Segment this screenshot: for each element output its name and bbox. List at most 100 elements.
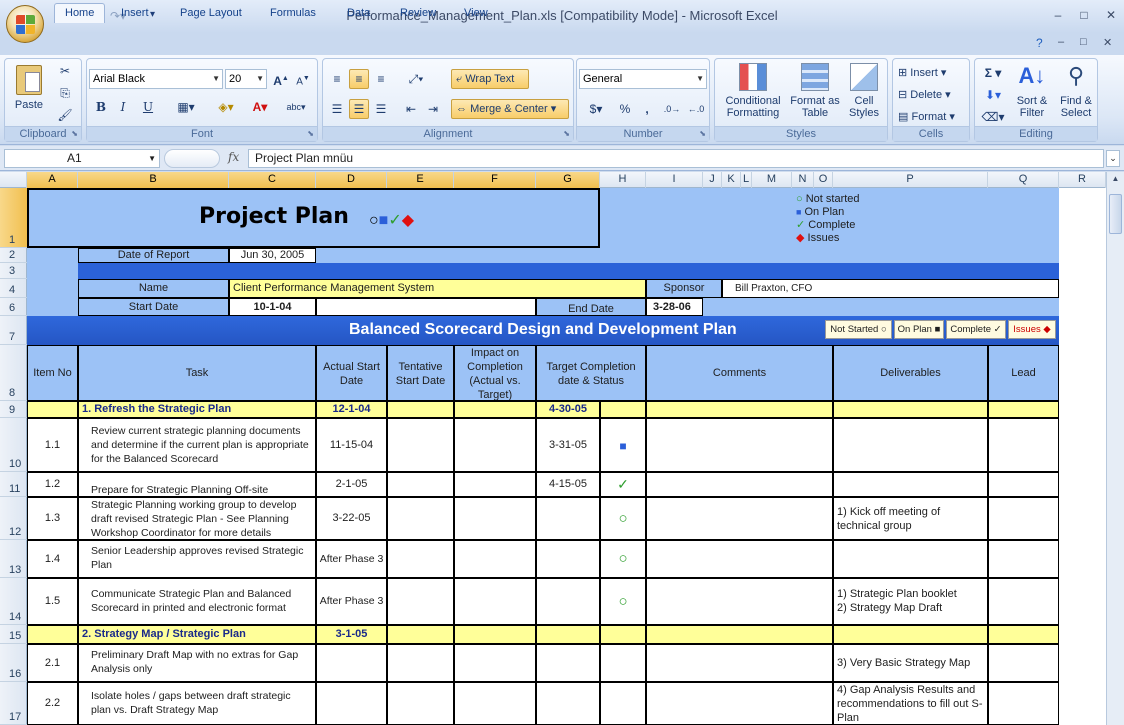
column-header-d[interactable]: D: [316, 172, 387, 188]
status-button-complete[interactable]: Complete ✓: [946, 320, 1006, 339]
underline-button[interactable]: U: [135, 97, 161, 117]
tentative-cell[interactable]: [387, 418, 454, 472]
status-button-on-plan[interactable]: On Plan ■: [894, 320, 944, 339]
row-header-4[interactable]: 4: [0, 279, 27, 298]
column-header-e[interactable]: E: [387, 172, 454, 188]
find-select-button[interactable]: ⚲ Find & Select: [1055, 63, 1097, 119]
comma-button[interactable]: ,: [639, 99, 655, 119]
decrease-decimal-icon[interactable]: ←.0: [685, 99, 707, 119]
actual-start-cell[interactable]: [316, 644, 387, 682]
column-header-l[interactable]: L: [741, 172, 752, 188]
expand-formula-bar-icon[interactable]: ⌄: [1106, 150, 1120, 167]
clear-icon[interactable]: ⌫▾: [979, 107, 1007, 127]
column-header-o[interactable]: O: [814, 172, 833, 188]
tab-review[interactable]: Review: [392, 4, 444, 22]
end-date-value[interactable]: 3-28-06: [646, 298, 703, 316]
tentative-cell[interactable]: [387, 497, 454, 540]
row-header-11[interactable]: 11: [0, 472, 27, 497]
item-no-cell[interactable]: 1.2: [27, 472, 78, 497]
item-no-cell[interactable]: 2.2: [27, 682, 78, 725]
sort-filter-button[interactable]: A↓ Sort & Filter: [1011, 63, 1053, 119]
impact-cell[interactable]: [454, 418, 536, 472]
status-circle-icon[interactable]: ○: [600, 578, 646, 625]
font-size-combo[interactable]: 20 ▼: [225, 69, 267, 89]
formula-input[interactable]: Project Plan mnüu: [248, 149, 1104, 168]
delete-cells-button[interactable]: ⊟ Delete ▾: [897, 85, 965, 105]
lead-cell[interactable]: [988, 418, 1059, 472]
row-header-7[interactable]: 7: [0, 316, 27, 345]
font-launcher-icon[interactable]: ⬊: [307, 129, 314, 138]
name-value[interactable]: Client Performance Management System: [229, 279, 646, 298]
row-header-16[interactable]: 16: [0, 644, 27, 682]
item-no-cell[interactable]: 1.5: [27, 578, 78, 625]
status-cell[interactable]: [600, 644, 646, 682]
lead-cell[interactable]: [988, 682, 1059, 725]
column-header-k[interactable]: K: [722, 172, 741, 188]
column-header-n[interactable]: N: [792, 172, 814, 188]
bold-button[interactable]: B: [91, 97, 111, 117]
increase-decimal-icon[interactable]: .0→: [661, 99, 683, 119]
status-square-icon[interactable]: ■: [600, 418, 646, 472]
row-header-12[interactable]: 12: [0, 497, 27, 540]
deliverables-cell[interactable]: 1) Kick off meeting of technical group: [833, 497, 988, 540]
status-circle-icon[interactable]: ○: [600, 540, 646, 578]
deliverables-cell[interactable]: [833, 418, 988, 472]
autosum-button[interactable]: Σ ▾: [979, 63, 1007, 83]
column-header-p[interactable]: P: [833, 172, 988, 188]
shrink-font-icon[interactable]: A▼: [293, 69, 313, 89]
scroll-up-icon[interactable]: ▲: [1109, 174, 1122, 187]
section-task[interactable]: 2. Strategy Map / Strategic Plan: [78, 625, 316, 644]
task-cell[interactable]: Senior Leadership approves revised Strat…: [78, 540, 316, 578]
wrap-text-button[interactable]: ⤶ Wrap Text: [451, 69, 529, 89]
tab-formulas[interactable]: Formulas: [262, 4, 324, 22]
actual-start-cell[interactable]: [316, 682, 387, 725]
column-header-c[interactable]: C: [229, 172, 316, 188]
lead-cell[interactable]: [988, 497, 1059, 540]
tab-view[interactable]: View: [456, 4, 496, 22]
tentative-cell[interactable]: [387, 472, 454, 497]
section-target[interactable]: 4-30-05: [536, 401, 600, 418]
target-cell[interactable]: 4-15-05: [536, 472, 600, 497]
tentative-cell[interactable]: [387, 578, 454, 625]
target-cell[interactable]: [536, 497, 600, 540]
format-painter-icon[interactable]: 🖌: [55, 105, 75, 125]
column-header-h[interactable]: H: [600, 172, 646, 188]
impact-cell[interactable]: [454, 472, 536, 497]
actual-start-cell[interactable]: 3-22-05: [316, 497, 387, 540]
target-cell[interactable]: [536, 540, 600, 578]
task-cell[interactable]: Preliminary Draft Map with no extras for…: [78, 644, 316, 682]
tab-page-layout[interactable]: Page Layout: [172, 4, 250, 22]
impact-cell[interactable]: [454, 497, 536, 540]
column-header-a[interactable]: A: [27, 172, 78, 188]
select-all-corner[interactable]: [0, 172, 27, 188]
status-button-not-started[interactable]: Not Started ○: [825, 320, 892, 339]
number-launcher-icon[interactable]: ⬊: [699, 129, 706, 138]
column-header-g[interactable]: G: [536, 172, 600, 188]
alignment-launcher-icon[interactable]: ⬊: [563, 129, 570, 138]
deliverables-cell[interactable]: 3) Very Basic Strategy Map: [833, 644, 988, 682]
deliverables-cell[interactable]: [833, 540, 988, 578]
currency-icon[interactable]: $▾: [581, 99, 611, 119]
cell-styles-button[interactable]: Cell Styles: [841, 63, 887, 119]
deliverables-cell[interactable]: 1) Strategic Plan booklet 2) Strategy Ma…: [833, 578, 988, 625]
tab-data[interactable]: Data: [339, 4, 378, 22]
impact-cell[interactable]: [454, 540, 536, 578]
column-header-q[interactable]: Q: [988, 172, 1059, 188]
task-cell[interactable]: Isolate holes / gaps between draft strat…: [78, 682, 316, 725]
row-header-14[interactable]: 14: [0, 578, 27, 625]
impact-cell[interactable]: [454, 682, 536, 725]
column-header-m[interactable]: M: [752, 172, 792, 188]
align-top-icon[interactable]: ≡: [327, 69, 347, 89]
align-center-icon[interactable]: ☰: [349, 99, 369, 119]
actual-start-cell[interactable]: 2-1-05: [316, 472, 387, 497]
column-header-b[interactable]: B: [78, 172, 229, 188]
comments-cell[interactable]: [646, 644, 833, 682]
number-format-combo[interactable]: General ▼: [579, 69, 707, 89]
close-button[interactable]: ✕: [1102, 8, 1120, 24]
increase-indent-icon[interactable]: ⇥: [423, 99, 443, 119]
impact-cell[interactable]: [454, 578, 536, 625]
lead-cell[interactable]: [988, 472, 1059, 497]
impact-cell[interactable]: [454, 644, 536, 682]
comments-cell[interactable]: [646, 472, 833, 497]
tab-home[interactable]: Home: [54, 3, 106, 23]
